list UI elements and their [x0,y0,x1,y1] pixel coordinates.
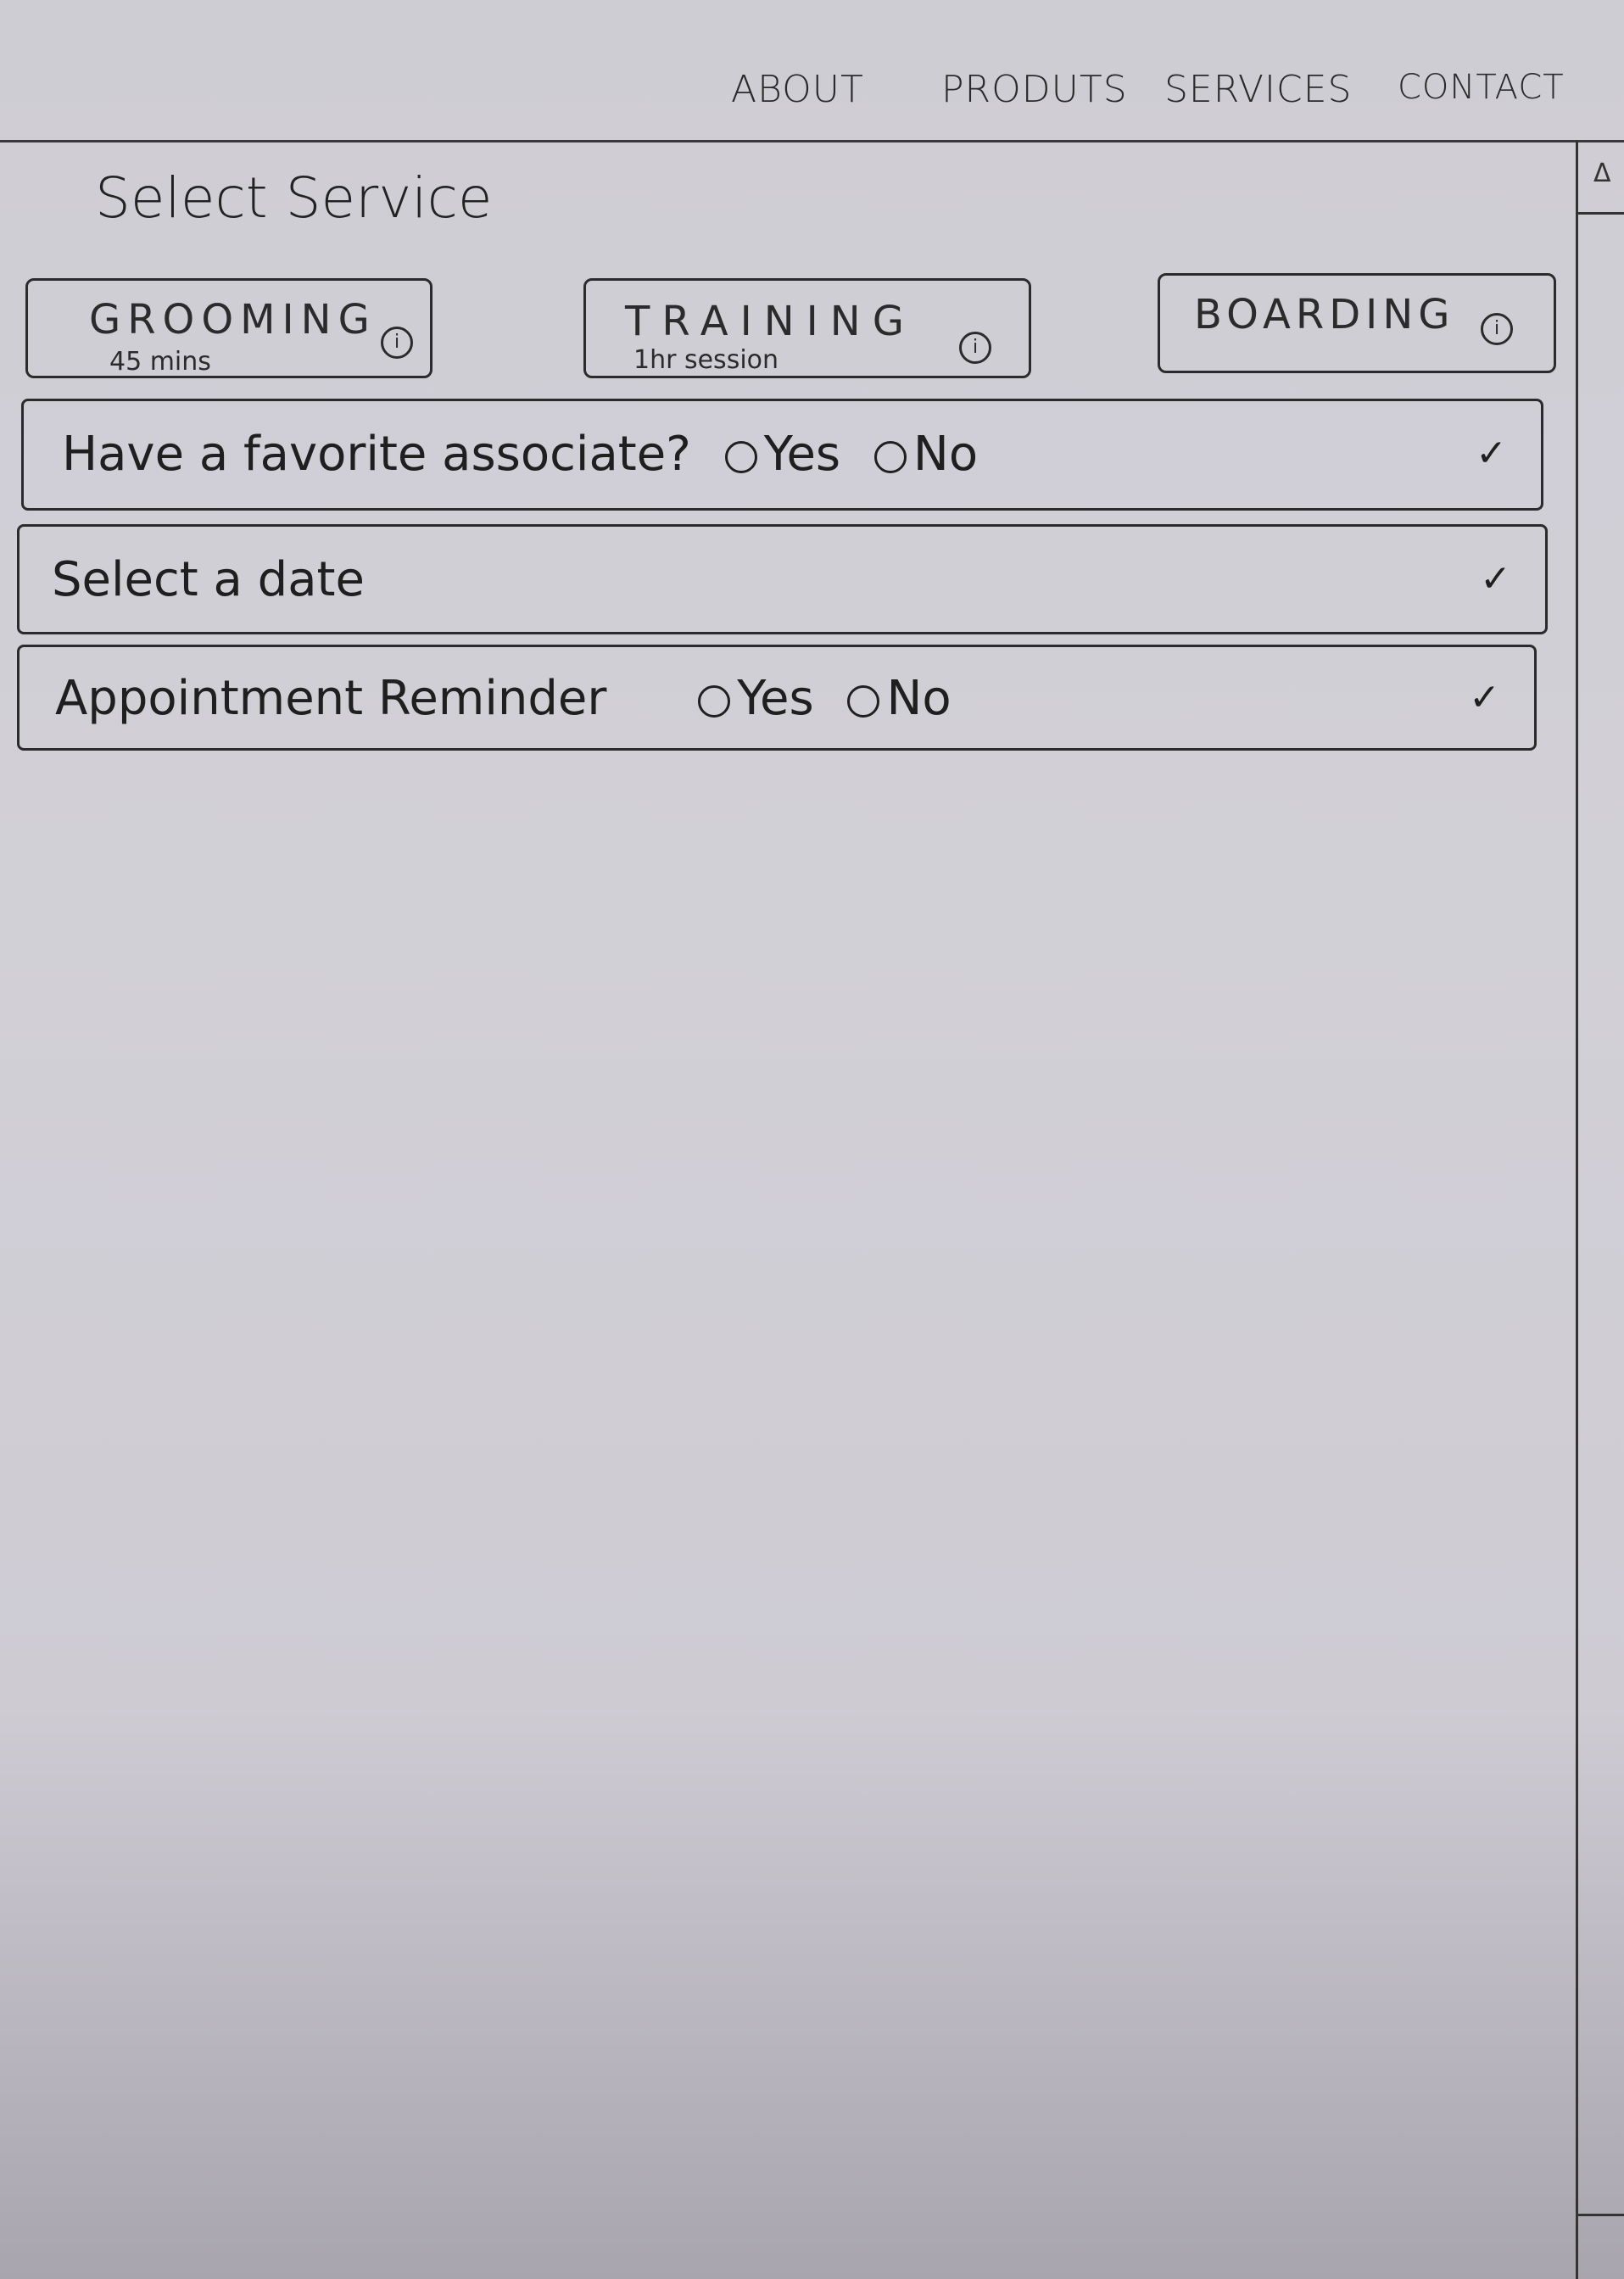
service-name: BOARDING [1194,291,1455,338]
scroll-up-button[interactable]: Δ [1578,148,1624,215]
radio-no-label: No [886,671,952,726]
info-icon[interactable]: i [959,332,991,364]
accordion-appointment-reminder[interactable]: Appointment Reminder Yes No ✓ [17,645,1537,751]
accordion-label: Have a favorite associate? Yes No [62,427,978,482]
service-name: TRAINING [625,298,916,345]
radio-button[interactable] [698,685,731,718]
accordion-label: Select a date [52,552,365,607]
service-card-boarding[interactable]: BOARDING i [1158,273,1556,373]
scrollbar-track[interactable] [1576,140,1578,2279]
info-icon[interactable]: i [381,327,413,359]
nav-link-contact[interactable]: CONTACT [1398,68,1565,107]
radio-yes-option[interactable]: Yes [724,427,841,482]
service-card-grooming[interactable]: GROOMING 45 mins i [25,278,433,378]
radio-button[interactable] [847,685,880,718]
radio-no-option[interactable]: No [873,427,979,482]
radio-button[interactable] [724,441,757,473]
radio-yes-label: Yes [737,671,814,726]
info-icon[interactable]: i [1481,313,1513,345]
nav-link-products[interactable]: PRODUTS [941,68,1128,111]
favorite-associate-question: Have a favorite associate? [62,427,691,482]
chevron-down-icon[interactable]: ✓ [1469,676,1500,719]
scrollbar-thumb[interactable] [1578,2214,1624,2216]
accordion-select-date[interactable]: Select a date ✓ [17,524,1548,634]
nav-link-about[interactable]: ABOUT [731,68,864,111]
service-duration: 1hr session [633,345,779,375]
radio-button[interactable] [873,441,907,473]
service-card-training[interactable]: TRAINING 1hr session i [583,278,1031,378]
accordion-label: Appointment Reminder Yes No [55,671,952,726]
service-name: GROOMING [89,296,377,344]
radio-yes-label: Yes [763,427,841,482]
service-duration: 45 mins [109,347,211,377]
scroll-up-arrow-icon: Δ [1593,159,1611,188]
radio-yes-option[interactable]: Yes [698,671,814,726]
nav-link-services[interactable]: SERVICES [1164,68,1352,111]
radio-no-option[interactable]: No [847,671,952,726]
top-navigation: ABOUT PRODUTS SERVICES CONTACT [0,0,1624,142]
page-title: Select Service [95,165,493,231]
appointment-reminder-question: Appointment Reminder [55,671,607,726]
chevron-down-icon[interactable]: ✓ [1480,557,1511,600]
chevron-down-icon[interactable]: ✓ [1476,432,1507,475]
radio-no-label: No [912,427,979,482]
accordion-favorite-associate[interactable]: Have a favorite associate? Yes No ✓ [21,399,1543,511]
